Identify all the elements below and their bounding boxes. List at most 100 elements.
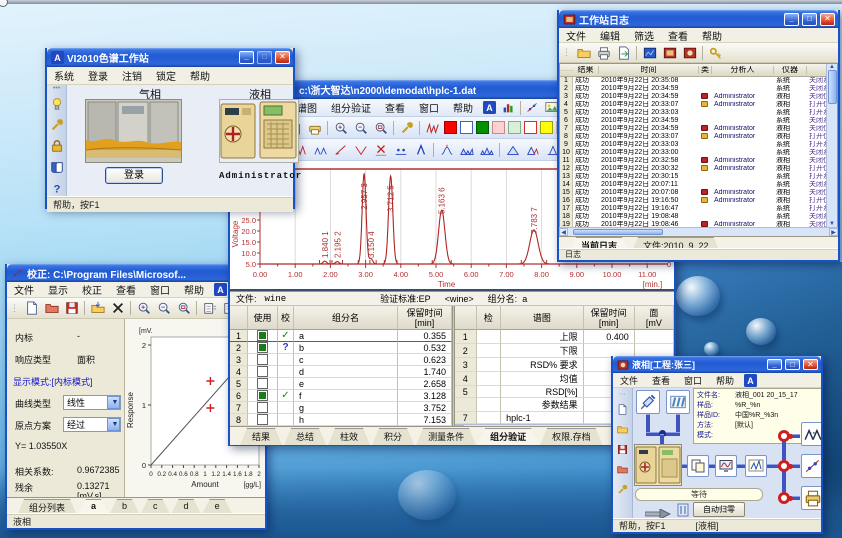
menu-item-4[interactable]: 窗口 (143, 282, 177, 298)
import-gold-icon[interactable] (88, 300, 107, 317)
zoom-in-icon[interactable] (331, 119, 350, 136)
monitor-button[interactable] (715, 455, 737, 477)
menu-item-4[interactable]: 帮助 (695, 28, 729, 43)
tab-4[interactable]: d (172, 499, 201, 513)
toolbar-grip[interactable]: ⋯ (619, 390, 626, 398)
table-row[interactable]: 12成功2010年9月22日 20:30:32Administrator液相打开… (560, 165, 826, 173)
use-checkbox[interactable] (257, 414, 268, 425)
instrument-window[interactable]: 液相[工程:张三] _ □ ✕ 文件查看窗口帮助A ⋯ 文件名:液相_001 2… (611, 356, 823, 534)
folder-red-icon[interactable] (613, 461, 632, 478)
worklog-titlebar[interactable]: 工作站日志 _ □ ✕ (559, 10, 838, 28)
menu-item-0[interactable]: 文件 (613, 373, 645, 388)
menu-item-0[interactable]: 系统 (47, 67, 81, 84)
floppy-icon[interactable] (62, 300, 81, 317)
minimize-button[interactable]: _ (239, 51, 254, 64)
log-blue-icon[interactable] (640, 44, 659, 61)
column-header[interactable]: 保留时间[min] (398, 306, 452, 330)
spectra-view-button[interactable] (801, 422, 821, 446)
menu-item-3[interactable]: 窗口 (412, 99, 446, 116)
curve-icon[interactable] (523, 99, 542, 116)
menu-item-5[interactable]: 帮助 (177, 282, 211, 298)
valve-icon[interactable] (778, 460, 790, 472)
zoom-in-icon[interactable] (134, 300, 153, 317)
scroll-left-icon[interactable]: ◀ (559, 228, 568, 236)
toolbar-grip[interactable]: ••• (53, 87, 60, 91)
menu-item-3[interactable]: 锁定 (149, 67, 183, 84)
folder-gold-icon[interactable] (574, 44, 593, 61)
tab-6[interactable]: 权限.存档 (540, 428, 603, 445)
column-header[interactable]: 面[mV (635, 306, 674, 330)
wrench-gold-icon[interactable] (613, 481, 632, 498)
tab-5[interactable]: 组分验证 (478, 428, 538, 445)
close-button[interactable]: ✕ (275, 51, 290, 64)
column-button[interactable] (666, 390, 690, 414)
a-logo-icon[interactable]: A (480, 99, 499, 116)
valve-icon[interactable] (778, 430, 790, 442)
column-header[interactable]: 检 (477, 306, 502, 330)
a-logo-icon[interactable]: A (741, 373, 760, 388)
tool-hills2-icon[interactable] (477, 141, 496, 158)
menu-item-3[interactable]: 查看 (109, 282, 143, 298)
instrument-titlebar[interactable]: 液相[工程:张三] _ □ ✕ (613, 356, 821, 373)
login-button[interactable]: 登录 (105, 167, 163, 184)
table-row[interactable]: 18成功2010年9月22日 19:08:48系统关闭系统 (560, 213, 826, 221)
floppy-icon[interactable] (613, 441, 632, 458)
menu-item-1[interactable]: 查看 (645, 373, 677, 388)
report-print-button[interactable] (801, 486, 821, 510)
tab-3[interactable]: 积分 (372, 428, 414, 445)
maximize-button[interactable]: □ (257, 51, 272, 64)
use-checkbox[interactable] (257, 402, 268, 413)
menu-item-3[interactable]: 帮助 (709, 373, 741, 388)
column-header[interactable]: 组分名 (294, 306, 398, 330)
column-header[interactable] (455, 306, 477, 330)
histogram-icon[interactable] (499, 99, 518, 116)
menu-item-4[interactable]: 帮助 (446, 99, 480, 116)
tab-1[interactable]: 文件:2010_9_22 (631, 237, 721, 248)
minimize-button[interactable]: _ (784, 13, 799, 26)
calibration-titlebar[interactable]: 校正: C:\Program Files\Microsof... _ (7, 264, 265, 282)
close-button[interactable]: ✕ (820, 13, 835, 26)
menu-item-3[interactable]: 查看 (661, 28, 695, 43)
column-header-5[interactable]: 描述 (807, 66, 826, 74)
table-row[interactable]: 4成功2010年9月22日 20:33:07Administrator液相打开仪… (560, 101, 826, 109)
column-header[interactable] (560, 70, 573, 71)
column-header-4[interactable]: 仪器 (774, 66, 807, 74)
folder-red-icon[interactable] (42, 300, 61, 317)
table-row[interactable]: 10成功2010年9月22日 20:33:00系统关闭系统 (560, 149, 826, 157)
scroll-right-icon[interactable]: ▶ (829, 228, 838, 236)
menu-item-1[interactable]: 登录 (81, 67, 115, 84)
page-export-icon[interactable] (614, 44, 633, 61)
scrollbar-thumb[interactable] (573, 229, 663, 235)
origin-scheme-select[interactable]: 经过 ▼ (63, 417, 121, 432)
tool-slash-icon[interactable] (331, 141, 350, 158)
use-checkbox[interactable] (257, 354, 268, 365)
tab-0[interactable]: 当前日志 (569, 237, 629, 248)
log-red-icon[interactable] (660, 44, 679, 61)
color-swatch[interactable] (508, 121, 521, 134)
component-row-c[interactable]: 3c0.623 (230, 354, 452, 366)
tool-dots-icon[interactable] (391, 141, 410, 158)
use-checkbox[interactable] (257, 330, 268, 341)
table-row[interactable]: 17成功2010年9月22日 19:16:47系统打开系统 (560, 205, 826, 213)
gc-instrument-image[interactable] (85, 99, 182, 163)
component-row-e[interactable]: 5e2.658 (230, 378, 452, 390)
table-row[interactable]: 14成功2010年9月22日 20:07:11系统关闭系统 (560, 181, 826, 189)
book-blue-icon[interactable] (47, 158, 66, 175)
data-file-button[interactable] (687, 455, 709, 477)
menu-item-2[interactable]: 窗口 (677, 373, 709, 388)
table-row[interactable]: 7成功2010年9月22日 20:34:59Administrator液相关闭仪… (560, 125, 826, 133)
column-header-3[interactable]: 分析人 (712, 66, 774, 74)
zoom-sel-icon[interactable] (174, 300, 193, 317)
menu-item-2[interactable]: 筛选 (627, 28, 661, 43)
login-titlebar[interactable]: A VI2010色谱工作站 _ □ ✕ (47, 48, 293, 67)
use-checkbox[interactable] (257, 378, 268, 389)
component-row-h[interactable]: 8h7.153 (230, 414, 452, 426)
table-row[interactable]: 1成功2010年9月22日 20:35:08系统关闭系统 (560, 77, 826, 85)
curve-type-select[interactable]: 线性 ▼ (63, 395, 121, 410)
tool-vee-icon[interactable] (351, 141, 370, 158)
log-red2-icon[interactable] (680, 44, 699, 61)
toolbar-grip[interactable]: ⋮ (562, 47, 571, 58)
wrench-gold-icon[interactable] (47, 116, 66, 133)
table-row[interactable]: 6成功2010年9月22日 20:34:59系统关闭系统 (560, 117, 826, 125)
verify-row[interactable]: 1上限0.400 (455, 330, 674, 344)
